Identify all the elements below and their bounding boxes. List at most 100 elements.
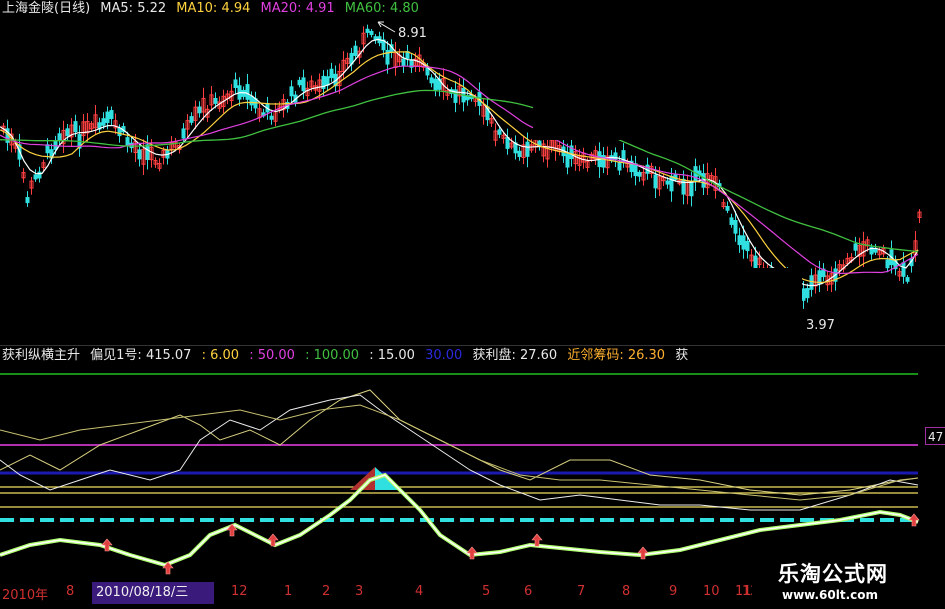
- price-chart-panel[interactable]: [0, 0, 945, 345]
- cursor-date-box: 2010/08/18/三: [92, 582, 214, 604]
- up-arrow-icon: [637, 546, 649, 560]
- candle-body: [325, 76, 330, 86]
- indicator-param-3: : 100.00: [305, 348, 360, 363]
- chips-label: 近邻筹码: 26.30: [567, 348, 666, 363]
- candle-body: [745, 240, 750, 252]
- candle-body: [181, 128, 186, 139]
- candle-body: [109, 110, 114, 120]
- candle-body: [809, 275, 814, 290]
- axis-tick: 4: [415, 584, 424, 599]
- candle-body: [733, 220, 738, 234]
- indicator-panel[interactable]: [0, 345, 945, 580]
- candle-body: [901, 262, 906, 277]
- candle-body: [737, 235, 742, 246]
- axis-tick: 3: [355, 584, 364, 599]
- candle-body: [329, 68, 334, 79]
- axis-tick: 9: [669, 584, 678, 599]
- candle-body: [369, 30, 374, 36]
- price-chart[interactable]: [0, 0, 945, 345]
- candle-body: [805, 288, 810, 299]
- candle-body: [801, 288, 806, 301]
- indicator-param-2: : 50.00: [249, 348, 295, 363]
- candle-body: [57, 133, 62, 141]
- candle-body: [269, 115, 274, 120]
- chart-mask: [142, 268, 802, 345]
- candle-body: [137, 149, 142, 160]
- axis-tick: 8: [66, 584, 75, 599]
- candle-body: [353, 45, 358, 56]
- candle-body: [565, 153, 570, 168]
- candle-body: [297, 79, 302, 86]
- candle-body: [73, 121, 78, 133]
- candle-body: [101, 118, 106, 126]
- extra-label: 获: [675, 348, 689, 363]
- indicator-line-3: [0, 404, 919, 501]
- watermark: 乐淘公式网 www.60lt.com: [752, 548, 945, 609]
- candle-body: [117, 127, 122, 137]
- candle-body: [753, 255, 758, 269]
- candle-body: [189, 116, 194, 123]
- candle-body: [25, 197, 30, 204]
- candle-body: [249, 95, 254, 106]
- axis-tick: 6: [524, 584, 533, 599]
- candle-body: [125, 137, 130, 146]
- candle-body: [241, 89, 246, 97]
- candle-body: [669, 175, 674, 192]
- candle-body: [105, 111, 110, 124]
- indicator-param-5: 30.00: [425, 348, 463, 363]
- ma60-label: MA60: 4.80: [344, 1, 419, 16]
- candle-body: [289, 86, 294, 97]
- up-arrow-icon: [466, 546, 478, 560]
- candle-body: [681, 178, 686, 195]
- watermark-title: 乐淘公式网: [778, 561, 888, 586]
- candle-body: [725, 205, 730, 211]
- candle-body: [233, 79, 238, 88]
- candle-body: [653, 174, 658, 189]
- candle-body: [505, 137, 510, 149]
- high-price-label: 8.91: [398, 26, 427, 41]
- axis-tick: 7: [577, 584, 586, 599]
- axis-tick: 2010年: [2, 588, 49, 603]
- candle-body: [145, 144, 150, 161]
- candle-body: [817, 270, 822, 284]
- indicator-header: 获利纵横主升 偏见1号: 415.07 : 6.00 : 50.00 : 100…: [2, 348, 694, 364]
- candle-body: [617, 161, 622, 171]
- indicator-param-1: : 6.00: [201, 348, 240, 363]
- axis-tick: 1: [284, 584, 293, 599]
- price-header: 上海金陵(日线) MA5: 5.22 MA10: 4.94 MA20: 4.91…: [2, 1, 425, 17]
- indicator-param-4: : 15.00: [369, 348, 415, 363]
- candle-body: [689, 180, 694, 197]
- candle-body: [741, 235, 746, 250]
- candle-body: [65, 128, 70, 137]
- candle-body: [365, 28, 370, 33]
- indicator-chart[interactable]: [0, 345, 945, 580]
- candle-body: [637, 171, 642, 177]
- candle-body: [853, 243, 858, 251]
- indicator-name: 获利纵横主升: [2, 348, 81, 363]
- axis-tick: 12: [231, 584, 248, 599]
- candle-body: [729, 217, 734, 225]
- candle-body: [245, 84, 250, 100]
- candle-body: [517, 150, 522, 158]
- low-price-label: 3.97: [806, 318, 835, 333]
- candle-body: [665, 180, 670, 185]
- candle-body: [433, 78, 438, 91]
- profit-label: 获利盘: 27.60: [472, 348, 558, 363]
- axis-tick: 5: [482, 584, 491, 599]
- candle-body: [525, 141, 530, 157]
- candle-body: [213, 97, 218, 104]
- candle-body: [497, 129, 502, 135]
- chart-mask: [533, 0, 945, 140]
- axis-tick: 8: [622, 584, 631, 599]
- high-marker-icon: [377, 21, 396, 33]
- candle-body: [33, 174, 38, 180]
- up-arrow-icon: [908, 513, 920, 527]
- stock-title: 上海金陵(日线): [2, 1, 91, 16]
- candle-body: [873, 248, 878, 253]
- axis-tick: 10: [703, 584, 720, 599]
- candle-body: [613, 152, 618, 161]
- ma20-label: MA20: 4.91: [260, 1, 335, 16]
- ma10-label: MA10: 4.94: [176, 1, 251, 16]
- indicator-param-main: 偏见1号: 415.07: [90, 348, 192, 363]
- watermark-url: www.60lt.com: [782, 588, 879, 602]
